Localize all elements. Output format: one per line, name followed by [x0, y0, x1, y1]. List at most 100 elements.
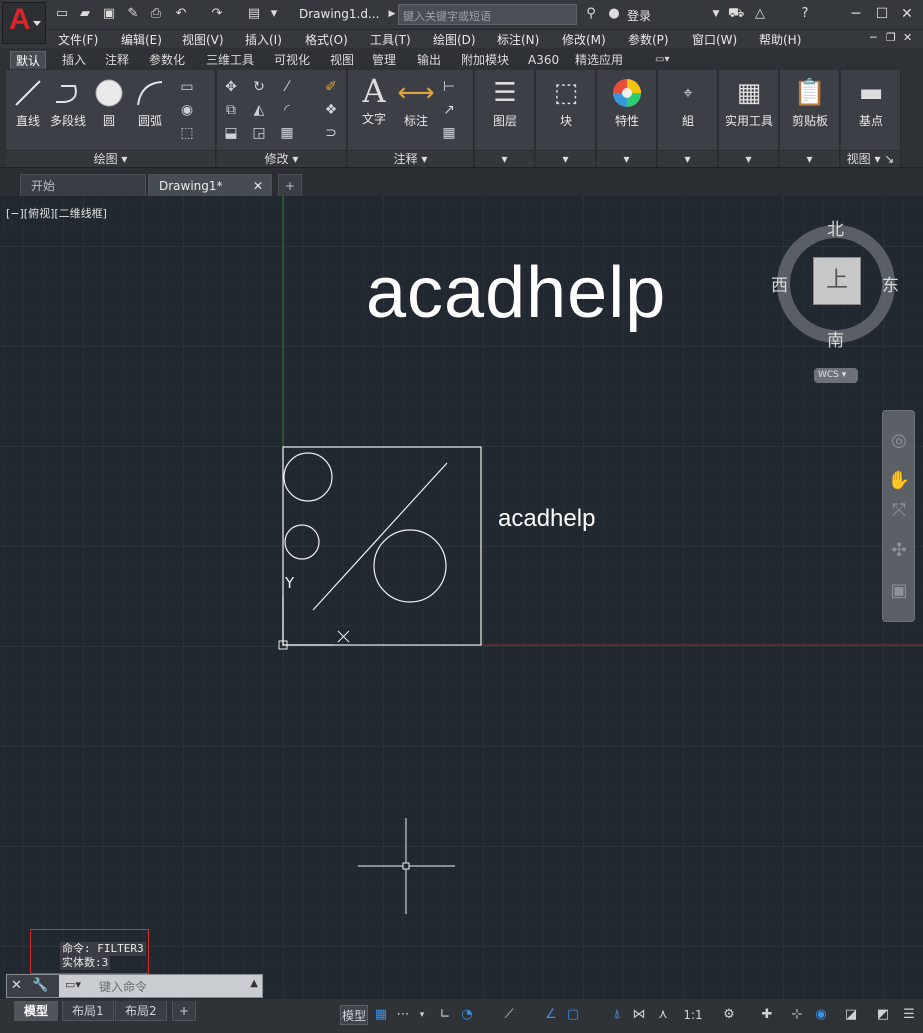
doc-close-icon[interactable]: ✕: [903, 31, 912, 44]
annotation-visibility-icon[interactable]: ⍋: [608, 1005, 626, 1025]
tab-output[interactable]: 输出: [412, 51, 446, 69]
layout-tab-layout1[interactable]: 布局1: [62, 1001, 114, 1021]
save-as-icon[interactable]: ✎: [125, 6, 141, 22]
group-expand-icon[interactable]: ▾: [658, 150, 717, 167]
menu-parametric[interactable]: 参数(P): [628, 31, 669, 48]
tab-visualize[interactable]: 可视化: [269, 51, 315, 69]
tab-default[interactable]: 默认: [10, 51, 47, 69]
panel-utilities[interactable]: ▦ 实用工具 ▾: [719, 70, 779, 167]
redo-icon[interactable]: ↷: [209, 6, 225, 22]
polar-icon[interactable]: ◔: [458, 1005, 476, 1025]
annotation-scale-value[interactable]: 1:1: [678, 1005, 708, 1025]
dimension-button[interactable]: ⟷ 标注: [396, 76, 436, 129]
ribbon-toggle-icon[interactable]: ▭▾: [650, 51, 674, 69]
viewcube-south[interactable]: 南: [827, 326, 844, 351]
object-snap-icon[interactable]: ▢: [564, 1005, 582, 1025]
isolate-objects-icon[interactable]: ◉: [812, 1005, 830, 1025]
units-icon[interactable]: ⊹: [788, 1005, 806, 1025]
panel-layers[interactable]: ☰ 图层 ▾: [475, 70, 535, 167]
copy-icon[interactable]: ⧉: [222, 101, 240, 119]
array-icon[interactable]: ▦: [278, 124, 296, 142]
menu-insert[interactable]: 插入(I): [245, 31, 282, 48]
block-button[interactable]: ⬚ 块: [542, 76, 590, 129]
base-button[interactable]: ▬ 基点: [847, 76, 895, 129]
showmotion-icon[interactable]: ▣: [887, 579, 911, 603]
properties-button[interactable]: 特性: [603, 76, 651, 129]
maximize-button[interactable]: ☐: [871, 4, 893, 24]
tab-addins[interactable]: 附加模块: [456, 51, 514, 69]
hatch-icon[interactable]: ◉: [178, 101, 196, 119]
clean-screen-icon[interactable]: ◩: [874, 1005, 892, 1025]
menu-modify[interactable]: 修改(M): [562, 31, 606, 48]
snap-icon[interactable]: ⋯: [394, 1005, 412, 1025]
erase-icon[interactable]: ✐: [322, 78, 340, 96]
hardware-acceleration-icon[interactable]: ◪: [842, 1005, 860, 1025]
panel-properties[interactable]: 特性 ▾: [597, 70, 657, 167]
tab-annotate[interactable]: 注释: [100, 51, 134, 69]
block-expand-icon[interactable]: ▾: [536, 150, 595, 167]
pan-icon[interactable]: ✋: [887, 469, 911, 493]
line-button[interactable]: 直线: [10, 76, 46, 129]
workspace-icon[interactable]: ▤: [246, 6, 262, 22]
menu-edit[interactable]: 编辑(E): [121, 31, 162, 48]
cart-icon[interactable]: ⛟: [728, 6, 744, 22]
fillet-icon[interactable]: ◜: [278, 101, 296, 119]
annotation-scale-icon[interactable]: ⋏: [654, 1005, 672, 1025]
customize-icon[interactable]: ▾: [266, 6, 282, 22]
trim-icon[interactable]: ⁄: [278, 78, 296, 96]
panel-group[interactable]: ⌖ 組 ▾: [658, 70, 718, 167]
undo-icon[interactable]: ↶: [173, 6, 189, 22]
viewcube-east[interactable]: 东: [882, 271, 899, 296]
customization-menu-icon[interactable]: ☰: [900, 1005, 918, 1025]
isodraft-icon[interactable]: ⟋: [500, 1005, 518, 1025]
mirror-icon[interactable]: ◭: [250, 101, 268, 119]
print-icon[interactable]: ⎙: [148, 6, 164, 22]
tab-insert[interactable]: 插入: [57, 51, 91, 69]
minimize-button[interactable]: ─: [845, 4, 867, 24]
utilities-button[interactable]: ▦ 实用工具: [721, 76, 777, 129]
menu-dimension[interactable]: 标注(N): [497, 31, 539, 48]
tab-featured-apps[interactable]: 精选应用: [570, 51, 628, 69]
tab-view[interactable]: 视图: [325, 51, 359, 69]
doc-minimize-icon[interactable]: ─: [870, 31, 877, 44]
steering-wheel-icon[interactable]: ◎: [887, 429, 911, 453]
login-link[interactable]: 登录: [627, 7, 651, 24]
workspace-gear-icon[interactable]: ⚙: [720, 1005, 738, 1025]
menu-view[interactable]: 视图(V): [182, 31, 224, 48]
ortho-icon[interactable]: ∟: [436, 1005, 454, 1025]
utilities-expand-icon[interactable]: ▾: [719, 150, 778, 167]
menu-tools[interactable]: 工具(T): [370, 31, 411, 48]
layers-expand-icon[interactable]: ▾: [475, 150, 534, 167]
clipboard-expand-icon[interactable]: ▾: [780, 150, 839, 167]
tab-parametric[interactable]: 参数化: [144, 51, 190, 69]
menu-draw[interactable]: 绘图(D): [433, 31, 476, 48]
viewcube-top-face[interactable]: 上: [813, 257, 861, 305]
polyline-button[interactable]: 多段线: [46, 76, 90, 129]
layout-tab-model[interactable]: 模型: [14, 1001, 59, 1021]
scale-icon[interactable]: ◲: [250, 124, 268, 142]
snap-dropdown-icon[interactable]: ▾: [416, 1005, 428, 1025]
stretch-icon[interactable]: ⬓: [222, 124, 240, 142]
boundary-icon[interactable]: ⬚: [178, 124, 196, 142]
command-history-toggle-icon[interactable]: ▲: [250, 978, 258, 989]
binoculars-icon[interactable]: ⚲: [583, 6, 599, 22]
layout-tab-layout2[interactable]: 布局2: [115, 1001, 167, 1021]
tab-start[interactable]: 开始: [20, 174, 146, 196]
offset-icon[interactable]: ⊃: [322, 124, 340, 142]
grid-icon[interactable]: ▦: [372, 1005, 390, 1025]
annotation-monitor-icon[interactable]: ✚: [758, 1005, 776, 1025]
autoscale-icon[interactable]: ⋈: [630, 1005, 648, 1025]
user-icon[interactable]: ●: [606, 6, 622, 22]
viewport-controls[interactable]: [−][俯视][二维线框]: [6, 205, 107, 221]
viewcube-north[interactable]: 北: [827, 215, 844, 240]
wcs-menu[interactable]: WCS ▾: [814, 368, 858, 383]
menu-format[interactable]: 格式(O): [305, 31, 348, 48]
text-button[interactable]: A 文字: [354, 72, 394, 127]
linear-dim-icon[interactable]: ⊢: [440, 78, 458, 96]
object-snap-tracking-icon[interactable]: ∠: [542, 1005, 560, 1025]
close-button[interactable]: ✕: [896, 4, 918, 24]
close-icon[interactable]: ✕: [11, 978, 22, 993]
doc-restore-icon[interactable]: ❐: [886, 31, 896, 44]
zoom-icon[interactable]: ⤧: [887, 499, 911, 523]
rectangle-icon[interactable]: ▭: [178, 78, 196, 96]
